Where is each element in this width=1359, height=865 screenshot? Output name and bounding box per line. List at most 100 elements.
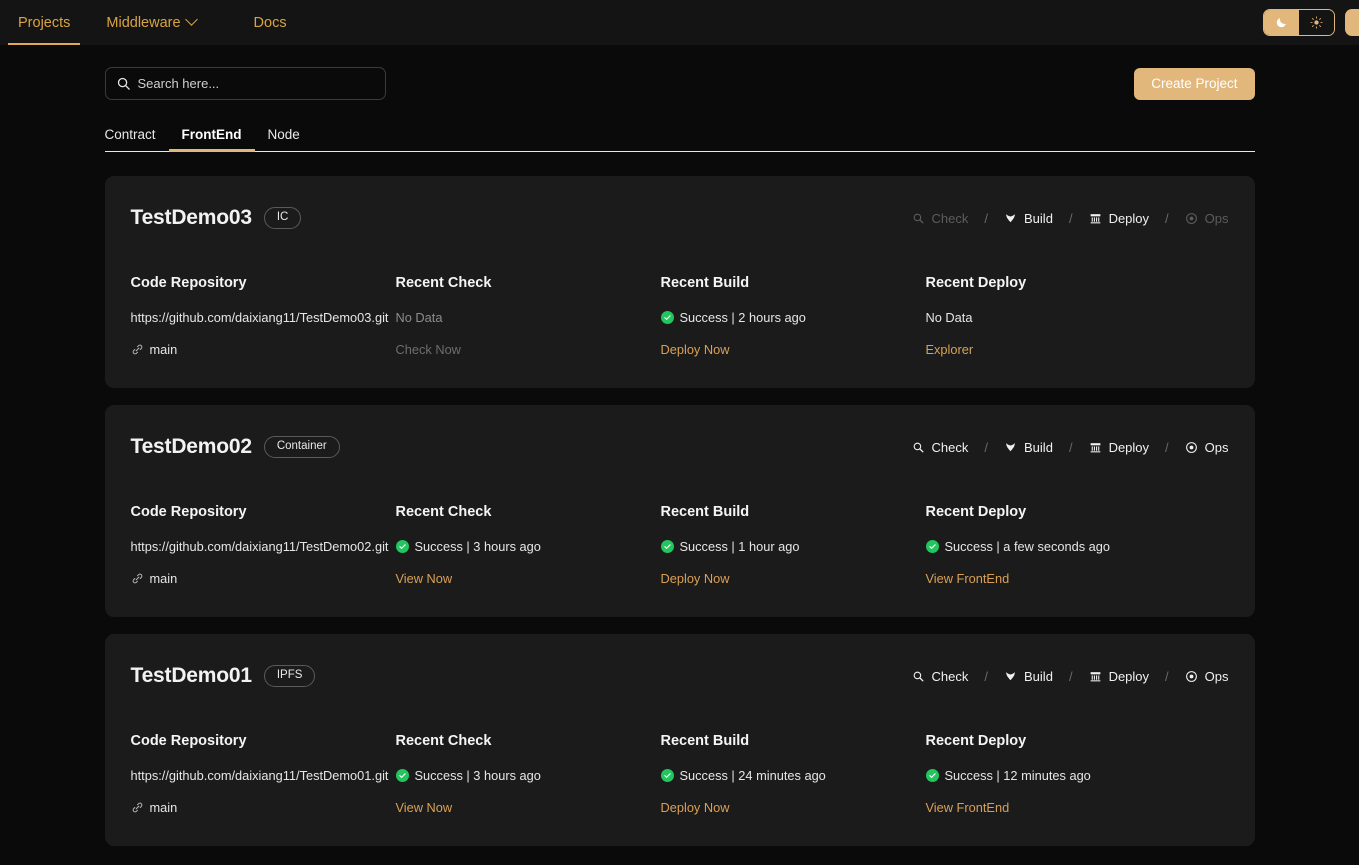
action-ops-label: Ops xyxy=(1204,210,1229,226)
topbar-right-controls xyxy=(1263,0,1359,45)
action-build-label: Build xyxy=(1024,439,1053,455)
action-check[interactable]: Check xyxy=(912,211,968,226)
build-action-link[interactable]: Deploy Now xyxy=(661,342,926,357)
deploy-action-link[interactable]: Explorer xyxy=(926,342,1191,357)
check-action-link[interactable]: View Now xyxy=(396,800,661,815)
deploy-icon xyxy=(1089,441,1102,454)
link-icon xyxy=(131,801,144,814)
column-recent-deploy: Recent Deploy Success | a few seconds ag… xyxy=(925,504,1191,603)
project-type-badge: IPFS xyxy=(263,665,316,687)
column-code-repository: Code Repository https://github.com/daixi… xyxy=(131,733,396,832)
tab-node-label: Node xyxy=(267,127,300,142)
check-status: Success | 3 hours ago xyxy=(414,768,541,783)
project-name: TestDemo02 xyxy=(130,435,253,458)
action-build[interactable]: Build xyxy=(1004,669,1053,684)
project-actions: Check / Build / Deploy / Ops xyxy=(912,669,1229,684)
magnifier-icon xyxy=(912,441,925,454)
project-card-header: TestDemo01 IPFS Check / Build / Deploy /… xyxy=(131,660,1229,692)
success-check-icon xyxy=(395,769,409,782)
action-ops-label: Ops xyxy=(1204,668,1229,684)
column-title: Recent Build xyxy=(660,275,750,291)
action-separator: / xyxy=(1165,668,1169,684)
action-check[interactable]: Check xyxy=(912,440,968,455)
edge-partial-button[interactable] xyxy=(1345,9,1359,36)
link-icon xyxy=(131,572,144,585)
check-action-link[interactable]: Check Now xyxy=(396,342,661,357)
project-card-body: Code Repository https://github.com/daixi… xyxy=(131,733,1229,832)
column-recent-build: Recent Build Success | 24 minutes ago De… xyxy=(660,733,926,832)
repo-branch-label: main xyxy=(149,571,178,586)
repo-branch-row: main xyxy=(131,342,396,357)
moon-icon xyxy=(1276,18,1286,28)
column-title: Code Repository xyxy=(130,733,247,749)
project-card: TestDemo02 Container Check / Build / Dep… xyxy=(104,405,1255,617)
top-navigation-bar: Projects Middleware Docs xyxy=(0,0,1359,45)
tab-contract-label: Contract xyxy=(104,127,156,142)
action-check[interactable]: Check xyxy=(912,668,969,684)
build-status-row: Success | 2 hours ago xyxy=(660,310,926,325)
column-recent-check: Recent Check No Data Check Now xyxy=(396,275,661,374)
deploy-action-link[interactable]: View FrontEnd xyxy=(926,571,1191,586)
chevron-down-icon xyxy=(184,13,198,26)
action-ops[interactable]: Ops xyxy=(1185,440,1229,455)
project-actions: Check / Build / Deploy / Ops xyxy=(912,440,1229,455)
success-check-icon xyxy=(925,540,939,553)
action-separator: / xyxy=(1165,210,1169,226)
action-ops[interactable]: Ops xyxy=(1185,211,1229,226)
build-status: Success | 1 hour ago xyxy=(679,539,800,554)
action-separator: / xyxy=(984,668,989,684)
theme-dark-button[interactable] xyxy=(1264,10,1299,35)
success-check-icon xyxy=(660,540,674,553)
tab-node[interactable]: Node xyxy=(255,127,313,151)
tab-contract[interactable]: Contract xyxy=(105,127,169,151)
repo-branch-row: main xyxy=(131,571,396,586)
repo-branch-row: main xyxy=(131,800,396,815)
project-card-header: TestDemo02 Container Check / Build / Dep… xyxy=(131,431,1229,463)
project-card-header: TestDemo03 IC Check / Build / Deploy / O… xyxy=(131,202,1229,234)
action-separator: / xyxy=(1068,668,1073,684)
theme-light-button[interactable] xyxy=(1299,10,1334,35)
action-deploy[interactable]: Deploy xyxy=(1089,211,1149,226)
build-action-link[interactable]: Deploy Now xyxy=(661,800,926,815)
repo-branch-label: main xyxy=(149,342,178,357)
build-action-link[interactable]: Deploy Now xyxy=(661,571,926,586)
column-title: Recent Check xyxy=(395,275,492,291)
search-input[interactable] xyxy=(137,76,375,91)
deploy-status-row: Success | 12 minutes ago xyxy=(925,768,1191,783)
action-check-label: Check xyxy=(931,668,969,684)
ops-target-icon xyxy=(1185,212,1198,225)
tab-frontend[interactable]: FrontEnd xyxy=(168,127,255,152)
action-deploy[interactable]: Deploy xyxy=(1089,440,1149,455)
nav-item-middleware[interactable]: Middleware xyxy=(88,0,213,45)
action-separator: / xyxy=(1068,439,1073,455)
action-build[interactable]: Build xyxy=(1004,211,1053,226)
action-ops-label: Ops xyxy=(1204,439,1229,455)
theme-toggle[interactable] xyxy=(1263,9,1335,36)
column-title: Recent Check xyxy=(395,504,492,520)
check-status: Success | 3 hours ago xyxy=(414,539,541,554)
column-code-repository: Code Repository https://github.com/daixi… xyxy=(131,504,396,603)
column-title: Recent Deploy xyxy=(925,733,1027,749)
action-build[interactable]: Build xyxy=(1004,440,1053,455)
column-title: Recent Check xyxy=(395,733,492,749)
nav-item-projects[interactable]: Projects xyxy=(0,0,88,45)
column-recent-build: Recent Build Success | 2 hours ago Deplo… xyxy=(660,275,926,374)
column-recent-check: Recent Check Success | 3 hours ago View … xyxy=(395,504,661,603)
build-status-row: Success | 1 hour ago xyxy=(660,539,926,554)
project-title-group: TestDemo03 IC xyxy=(131,206,302,230)
search-box[interactable] xyxy=(104,67,386,100)
search-icon xyxy=(117,77,130,90)
nav-item-docs[interactable]: Docs xyxy=(236,0,305,45)
project-title-group: TestDemo01 IPFS xyxy=(131,664,316,688)
build-icon xyxy=(1004,441,1017,454)
nav-item-middleware-label: Middleware xyxy=(106,14,181,31)
toolbar: Create Project xyxy=(104,45,1255,100)
project-card: TestDemo01 IPFS Check / Build / Deploy /… xyxy=(104,634,1255,846)
create-project-button[interactable]: Create Project xyxy=(1134,67,1255,100)
action-ops[interactable]: Ops xyxy=(1185,669,1229,684)
deploy-action-link[interactable]: View FrontEnd xyxy=(926,800,1191,815)
check-action-link[interactable]: View Now xyxy=(396,571,661,586)
action-deploy[interactable]: Deploy xyxy=(1089,669,1149,684)
column-title: Recent Deploy xyxy=(925,275,1027,291)
magnifier-icon xyxy=(912,670,925,683)
